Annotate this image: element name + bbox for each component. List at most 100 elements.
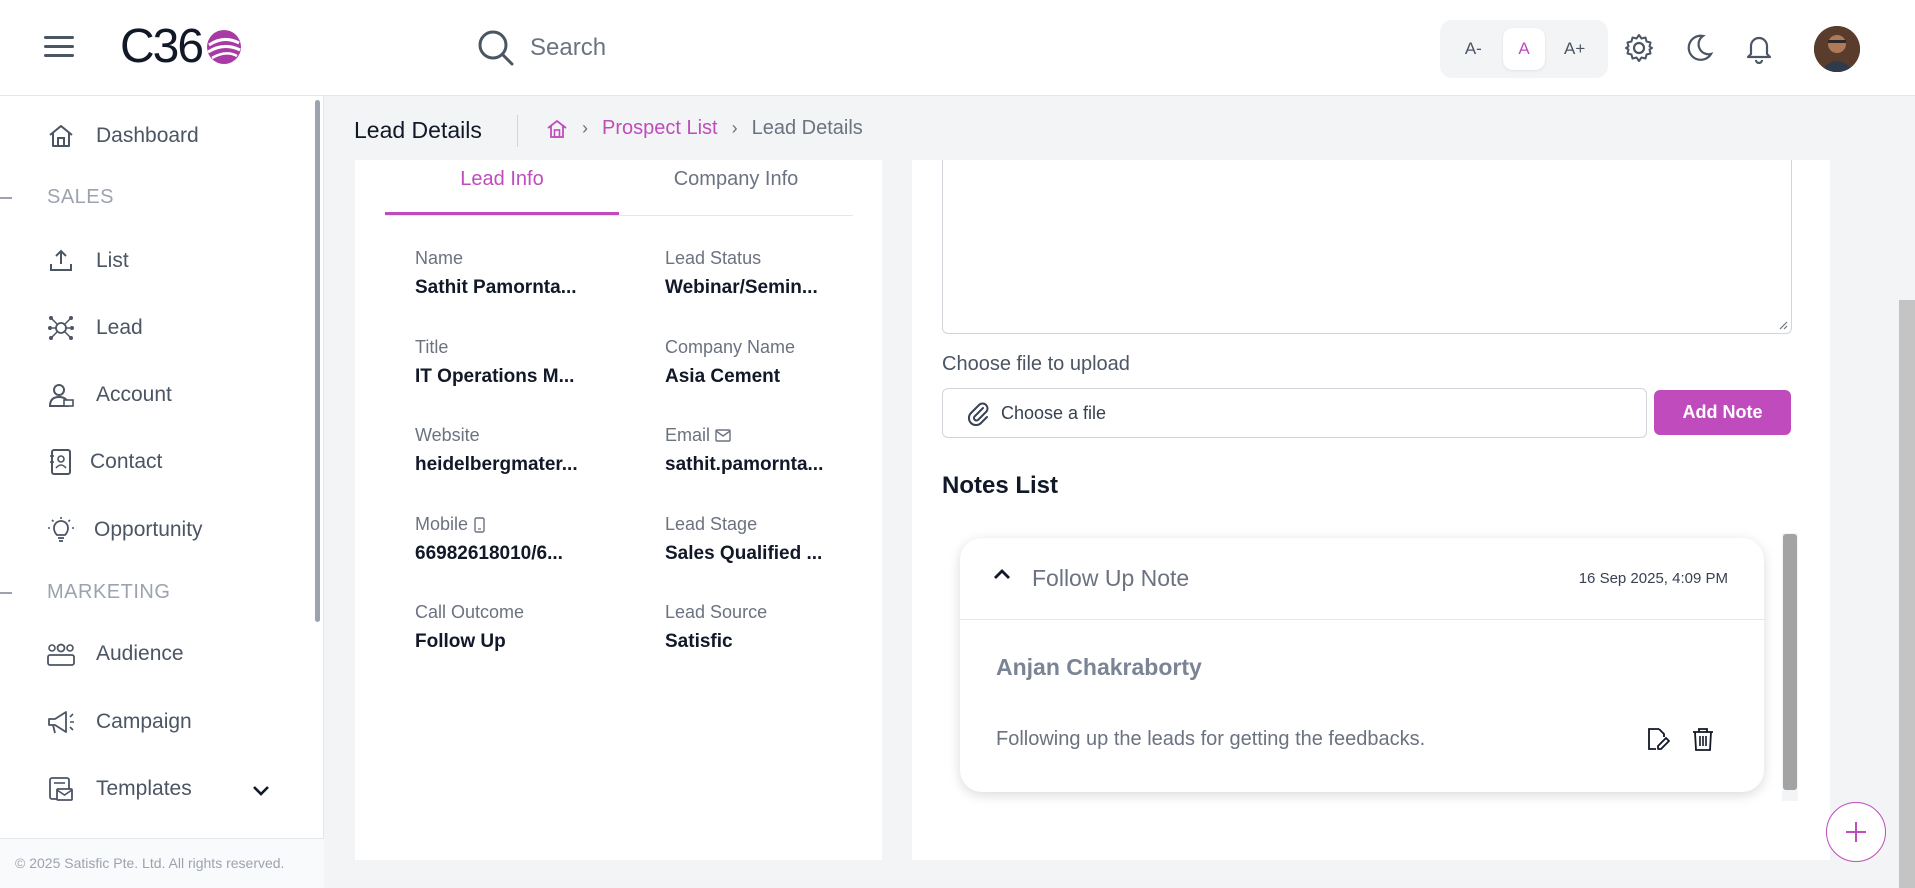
sidebar-item-dashboard[interactable]: Dashboard (46, 116, 199, 156)
sidebar-item-contact[interactable]: Contact (46, 442, 162, 482)
field-company-name: Company Name Asia Cement (665, 337, 845, 388)
breadcrumb: › Prospect List › Lead Details (546, 117, 863, 140)
user-icon (46, 380, 76, 410)
title-divider (517, 115, 518, 147)
lightbulb-icon (46, 515, 76, 545)
sidebar: Dashboard SALES List Lead Account Contac… (0, 96, 324, 888)
field-value[interactable]: sathit.pamornta... (665, 454, 845, 476)
sidebar-item-templates[interactable]: Templates (46, 769, 192, 809)
gear-icon[interactable] (1621, 30, 1657, 66)
sidebar-item-label: Templates (96, 777, 192, 800)
field-label: Website (415, 425, 480, 445)
notes-card: Choose file to upload Choose a file Add … (912, 160, 1830, 860)
field-value: Sathit Pamornta... (415, 277, 577, 298)
sidebar-item-opportunity[interactable]: Opportunity (46, 510, 203, 550)
sidebar-item-list[interactable]: List (46, 241, 129, 281)
page-scrollbar[interactable] (1899, 300, 1915, 888)
field-label: Lead Stage (665, 514, 758, 534)
menu-icon[interactable] (44, 36, 74, 60)
breadcrumb-current: Lead Details (751, 117, 863, 139)
font-decrease-button[interactable]: A- (1452, 28, 1494, 70)
add-fab-button[interactable] (1826, 802, 1886, 862)
field-label: Company Name (665, 337, 796, 357)
font-increase-button[interactable]: A+ (1554, 28, 1596, 70)
note-title: Follow Up Note (1032, 565, 1190, 591)
section-divider (0, 196, 12, 199)
file-upload-input[interactable]: Choose a file (942, 388, 1647, 438)
home-icon[interactable] (546, 118, 568, 140)
mobile-icon (474, 516, 485, 533)
search-icon (478, 30, 514, 66)
field-value[interactable]: heidelbergmater... (415, 454, 595, 476)
group-icon (46, 639, 76, 669)
chevron-right-icon: › (582, 118, 588, 138)
field-name: Name Sathit Pamornta... (415, 248, 595, 299)
megaphone-icon (46, 707, 76, 737)
font-normal-button[interactable]: A (1502, 28, 1545, 70)
upload-icon (46, 246, 76, 276)
note-date: 16 Sep 2025, 4:09 PM (1578, 570, 1728, 587)
field-value: Satisfic (665, 631, 733, 652)
sidebar-scrollbar[interactable] (315, 100, 320, 622)
chevron-down-icon[interactable] (252, 784, 270, 798)
search-input[interactable]: Search (530, 34, 606, 62)
field-label: Lead Source (665, 602, 768, 622)
section-marketing: MARKETING (0, 581, 170, 604)
moon-icon[interactable] (1681, 30, 1717, 66)
notes-list-title: Notes List (942, 472, 1059, 499)
sidebar-item-label: Audience (96, 642, 184, 665)
field-value: Asia Cement (665, 366, 781, 387)
sidebar-item-label: List (96, 249, 129, 272)
trash-icon[interactable] (1688, 724, 1718, 754)
avatar[interactable] (1814, 26, 1860, 72)
breadcrumb-link-prospect-list[interactable]: Prospect List (602, 117, 718, 140)
note-header[interactable]: Follow Up Note 16 Sep 2025, 4:09 PM (960, 538, 1764, 620)
field-value[interactable]: 66982618010/6... (415, 543, 595, 565)
lead-network-icon (46, 313, 76, 343)
resize-handle-icon[interactable] (1778, 320, 1788, 330)
home-icon (46, 121, 76, 151)
upload-label: Choose file to upload (942, 353, 1130, 375)
field-website: Website heidelbergmater... (415, 425, 595, 476)
top-bar: C36 Search A- A A+ (0, 0, 1915, 96)
field-lead-status: Lead Status Webinar/Semin... (665, 248, 845, 299)
sidebar-item-label: Campaign (96, 710, 192, 733)
sidebar-item-audience[interactable]: Audience (46, 634, 184, 674)
contact-card-icon (46, 447, 76, 477)
field-label: Title (415, 337, 449, 357)
field-label: Mobile (415, 514, 595, 535)
field-lead-source: Lead Source Satisfic (665, 602, 845, 653)
field-label: Call Outcome (415, 602, 525, 622)
sidebar-item-account[interactable]: Account (46, 375, 172, 415)
logo-text: C36 (120, 20, 204, 73)
logo[interactable]: C36 (120, 22, 244, 72)
field-lead-stage: Lead Stage Sales Qualified ... (665, 514, 845, 565)
field-email: Email sathit.pamornta... (665, 425, 845, 476)
bell-icon[interactable] (1741, 30, 1777, 66)
template-mail-icon (46, 774, 76, 804)
field-value: IT Operations M... (415, 366, 575, 387)
breadcrumb-bar: Lead Details › Prospect List › Lead Deta… (324, 97, 1915, 161)
note-body: Following up the leads for getting the f… (996, 728, 1426, 750)
chevron-right-icon: › (731, 118, 738, 138)
search-box[interactable]: Search (476, 26, 606, 70)
field-label: Lead Status (665, 248, 762, 268)
mail-icon (715, 429, 731, 442)
notes-scrollbar-thumb[interactable] (1783, 534, 1797, 790)
lead-info-card: Lead Info Company Info Name Sathit Pamor… (355, 160, 882, 860)
page-title: Lead Details (354, 117, 482, 143)
note-item: Follow Up Note 16 Sep 2025, 4:09 PM Anja… (960, 538, 1764, 792)
field-value: Follow Up (415, 631, 506, 652)
field-value: Sales Qualified ... (665, 543, 823, 564)
sidebar-item-lead[interactable]: Lead (46, 308, 143, 348)
field-value: Webinar/Semin... (665, 277, 818, 298)
sidebar-item-label: Account (96, 383, 172, 406)
note-textarea[interactable] (942, 160, 1792, 334)
sidebar-item-campaign[interactable]: Campaign (46, 702, 192, 742)
chevron-up-icon[interactable] (992, 566, 1012, 582)
edit-icon[interactable] (1642, 724, 1672, 754)
tab-company-info[interactable]: Company Info (619, 160, 853, 215)
add-note-button[interactable]: Add Note (1654, 390, 1791, 435)
section-label: SALES (47, 186, 114, 208)
tab-lead-info[interactable]: Lead Info (385, 160, 619, 215)
